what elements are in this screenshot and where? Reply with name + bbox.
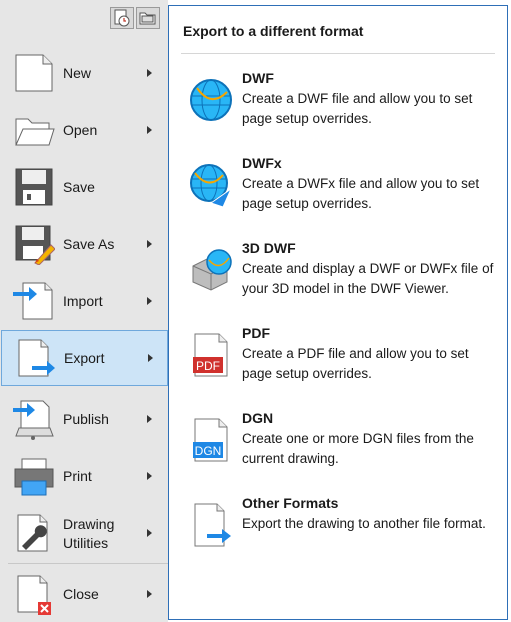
menu-label-new: New	[63, 64, 92, 81]
close-document-icon	[17, 575, 51, 615]
submenu-arrow-icon	[147, 69, 152, 77]
pdf-file-icon: PDF	[193, 333, 228, 377]
submenu-arrow-icon	[147, 529, 152, 537]
menu-item-close[interactable]: Close	[0, 566, 168, 622]
option-name-3d-dwf: 3D DWF	[242, 240, 296, 256]
recent-documents-icon	[114, 9, 130, 27]
option-name-dwfx: DWFx	[242, 155, 282, 171]
submenu-arrow-icon	[148, 354, 153, 362]
submenu-arrow-icon	[147, 415, 152, 423]
export-submenu-panel: Export to a different format DWF Create …	[168, 5, 508, 620]
export-icon	[18, 339, 55, 377]
menu-label-export: Export	[64, 349, 105, 366]
3d-dwf-cube-icon	[192, 249, 232, 291]
option-name-dgn: DGN	[242, 410, 274, 426]
menu-label-publish: Publish	[63, 410, 109, 427]
option-desc-dgn: Create one or more DGN files from the cu…	[242, 431, 474, 466]
menu-item-export[interactable]: Export	[1, 330, 168, 386]
panel-divider	[181, 53, 495, 54]
save-disk-icon	[15, 168, 53, 206]
publish-icon	[13, 400, 54, 440]
open-documents-button[interactable]	[136, 7, 160, 29]
export-other-icon	[194, 503, 231, 547]
panel-title: Export to a different format	[183, 23, 364, 39]
submenu-arrow-icon	[147, 126, 152, 134]
menu-item-new[interactable]: New	[0, 45, 168, 101]
menu-label-drawing-utilities: Drawing Utilities	[63, 515, 114, 553]
export-option-pdf[interactable]: PDF PDF Create a PDF file and allow you …	[183, 325, 503, 395]
submenu-arrow-icon	[147, 240, 152, 248]
menu-label-print: Print	[63, 467, 92, 484]
menu-item-drawing-utilities[interactable]: Drawing Utilities	[0, 505, 168, 561]
export-option-3d-dwf[interactable]: 3D DWF Create and display a DWF or DWFx …	[183, 240, 503, 310]
dwf-globe-icon	[190, 79, 232, 121]
menu-item-save-as[interactable]: Save As	[0, 216, 168, 272]
option-desc-pdf: Create a PDF file and allow you to set p…	[242, 346, 469, 381]
export-option-dwfx[interactable]: DWFx Create a DWFx file and allow you to…	[183, 155, 503, 225]
dgn-file-icon: DGN	[193, 418, 228, 462]
application-menu: New Open Save Save As Import Export Publ…	[0, 0, 168, 622]
option-name-pdf: PDF	[242, 325, 270, 341]
option-desc-dwf: Create a DWF file and allow you to set p…	[242, 91, 473, 126]
new-file-icon	[15, 54, 53, 92]
export-option-dwf[interactable]: DWF Create a DWF file and allow you to s…	[183, 70, 503, 140]
submenu-arrow-icon	[147, 590, 152, 598]
menu-label-close: Close	[63, 585, 99, 602]
dwfx-globe-icon	[190, 164, 233, 207]
menu-toolbar	[110, 7, 160, 29]
menu-item-print[interactable]: Print	[0, 448, 168, 504]
drawing-utilities-line2: Utilities	[63, 535, 109, 551]
option-desc-3d-dwf: Create and display a DWF or DWFx file of…	[242, 261, 494, 296]
printer-icon	[14, 458, 54, 496]
import-icon	[13, 282, 53, 320]
open-folder-icon	[15, 118, 55, 146]
menu-label-save-as: Save As	[63, 235, 115, 252]
drawing-utilities-line1: Drawing	[63, 516, 115, 532]
menu-item-save[interactable]: Save	[0, 159, 168, 215]
menu-label-import: Import	[63, 292, 103, 309]
submenu-arrow-icon	[147, 297, 152, 305]
menu-label-open: Open	[63, 121, 98, 138]
export-option-dgn[interactable]: DGN DGN Create one or more DGN files fro…	[183, 410, 503, 480]
menu-item-publish[interactable]: Publish	[0, 391, 168, 447]
menu-item-open[interactable]: Open	[0, 102, 168, 158]
menu-item-import[interactable]: Import	[0, 273, 168, 329]
menu-label-save: Save	[63, 178, 95, 195]
option-desc-other-formats: Export the drawing to another file forma…	[242, 516, 486, 531]
option-desc-dwfx: Create a DWFx file and allow you to set …	[242, 176, 480, 211]
recent-documents-button[interactable]	[110, 7, 134, 29]
save-as-icon	[15, 225, 55, 265]
wrench-document-icon	[17, 514, 48, 552]
dgn-icon-text: DGN	[195, 444, 222, 458]
export-option-other-formats[interactable]: Other Formats Export the drawing to anot…	[183, 495, 503, 565]
option-name-dwf: DWF	[242, 70, 274, 86]
pdf-icon-text: PDF	[196, 359, 220, 373]
option-name-other-formats: Other Formats	[242, 495, 339, 511]
submenu-arrow-icon	[147, 472, 152, 480]
open-documents-icon	[139, 12, 156, 25]
menu-separator	[8, 563, 168, 564]
